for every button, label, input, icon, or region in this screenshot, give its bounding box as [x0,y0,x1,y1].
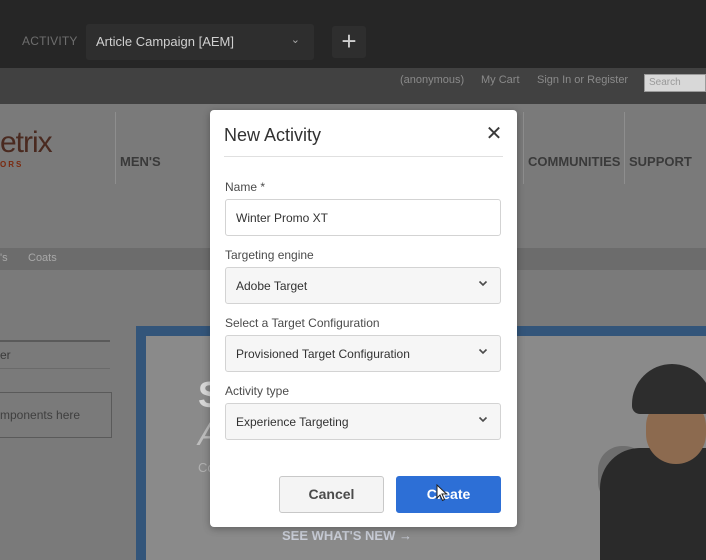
panel-item-label: er [0,348,11,362]
person-image-coat [600,448,706,560]
chevron-down-icon: ⌄ [290,34,300,46]
close-icon[interactable]: ✕ [482,122,506,146]
component-drop-zone[interactable]: mponents here [0,392,112,438]
nav-divider [624,112,625,184]
nav-item-support[interactable]: SUPPORT [629,154,692,169]
anonymous-link[interactable]: (anonymous) [400,74,464,86]
sign-in-link[interactable]: Sign In or Register [537,74,628,86]
site-utility-bar: (anonymous) My Cart Sign In or Register … [0,68,706,104]
mouse-cursor-icon [436,484,448,502]
activity-type-label: Activity type [225,384,290,398]
panel-divider [0,340,110,342]
nav-divider [115,112,116,184]
target-config-select[interactable]: Provisioned Target Configuration [225,335,501,372]
my-cart-link[interactable]: My Cart [481,74,520,86]
panel-divider [0,368,110,369]
dialog-title: New Activity [224,125,322,145]
chevron-down-icon [478,280,488,287]
targeting-engine-label: Targeting engine [225,248,314,262]
site-search-input[interactable]: Search [644,74,706,92]
activity-type-select[interactable]: Experience Targeting [225,403,501,440]
add-button[interactable]: + [332,26,366,58]
targeting-engine-select[interactable]: Adobe Target [225,267,501,304]
site-logo-sub: ORS [0,160,24,169]
campaign-select-value: Article Campaign [AEM] [96,34,234,49]
name-field[interactable] [225,199,501,236]
site-logo: etrix [0,126,53,159]
nav-divider [523,112,524,184]
dialog-divider [224,156,503,157]
name-label: Name * [225,180,266,194]
targeting-engine-value: Adobe Target [236,279,308,293]
nav-item-mens[interactable]: MEN'S [120,154,161,169]
target-config-value: Provisioned Target Configuration [236,347,410,361]
nav-item-communities[interactable]: COMMUNITIES [528,154,620,169]
new-activity-dialog: New Activity ✕ Name * Targeting engine A… [210,110,517,527]
hero-cta-link[interactable]: SEE WHAT'S NEW → [282,528,412,543]
drop-zone-hint: mponents here [0,408,81,422]
cancel-button[interactable]: Cancel [279,476,384,513]
breadcrumb-item[interactable]: 's [0,252,8,264]
breadcrumb-item[interactable]: Coats [28,252,57,264]
target-config-label: Select a Target Configuration [225,316,380,330]
chevron-down-icon [478,348,488,355]
activity-label: ACTIVITY [22,34,78,48]
activity-type-value: Experience Targeting [236,415,349,429]
create-button[interactable]: Create [396,476,501,513]
top-toolbar: ACTIVITY Article Campaign [AEM] ⌄ + [0,0,706,68]
chevron-down-icon [478,416,488,423]
campaign-select[interactable]: Article Campaign [AEM] ⌄ [86,24,314,60]
